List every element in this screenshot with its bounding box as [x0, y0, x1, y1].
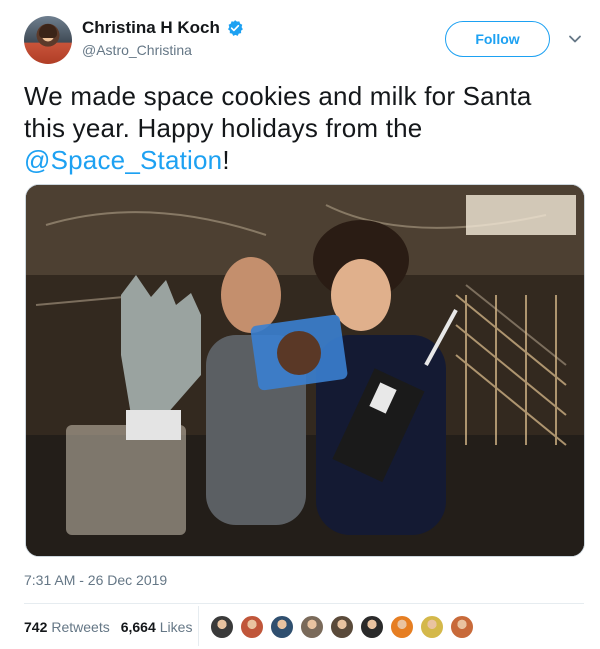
author-name-row: Christina H Koch [82, 18, 244, 38]
liker-avatar-2[interactable] [240, 615, 264, 639]
chevron-down-icon[interactable] [568, 32, 582, 46]
verified-badge-icon [227, 20, 243, 36]
avatar-hair [39, 24, 57, 38]
author-avatar[interactable] [24, 16, 72, 64]
retweets-stat[interactable]: 742 Retweets [24, 619, 110, 635]
photo-illustration [26, 185, 584, 556]
liker-avatar-9[interactable] [450, 615, 474, 639]
author-handle[interactable]: @Astro_Christina [82, 42, 192, 58]
liker-avatars [210, 615, 480, 639]
retweets-count: 742 [24, 619, 48, 635]
author-display-name[interactable]: Christina H Koch [82, 18, 220, 38]
tweet-timestamp[interactable]: 7:31 AM - 26 Dec 2019 [24, 572, 167, 588]
tweet-header: Christina H Koch @Astro_Christina Follow [24, 14, 584, 66]
liker-avatar-3[interactable] [270, 615, 294, 639]
tweet-text: We made space cookies and milk for Santa… [24, 80, 579, 176]
stats-top-divider [24, 603, 584, 604]
mention-link[interactable]: @Space_Station [24, 145, 222, 175]
liker-avatar-5[interactable] [330, 615, 354, 639]
likes-label: Likes [159, 619, 193, 635]
stats-separator [198, 606, 199, 646]
liker-avatar-1[interactable] [210, 615, 234, 639]
tweet-stats: 742 Retweets 6,664 Likes [24, 614, 203, 640]
tweet-body-end: ! [222, 145, 230, 175]
retweets-label: Retweets [51, 619, 110, 635]
liker-avatar-7[interactable] [390, 615, 414, 639]
liker-avatar-4[interactable] [300, 615, 324, 639]
tweet-photo[interactable] [25, 184, 585, 557]
tweet-body: We made space cookies and milk for Santa… [24, 81, 532, 143]
likes-count: 6,664 [120, 619, 156, 635]
likes-stat[interactable]: 6,664 Likes [121, 619, 193, 635]
liker-avatar-8[interactable] [420, 615, 444, 639]
liker-avatar-6[interactable] [360, 615, 384, 639]
follow-button[interactable]: Follow [445, 21, 550, 57]
